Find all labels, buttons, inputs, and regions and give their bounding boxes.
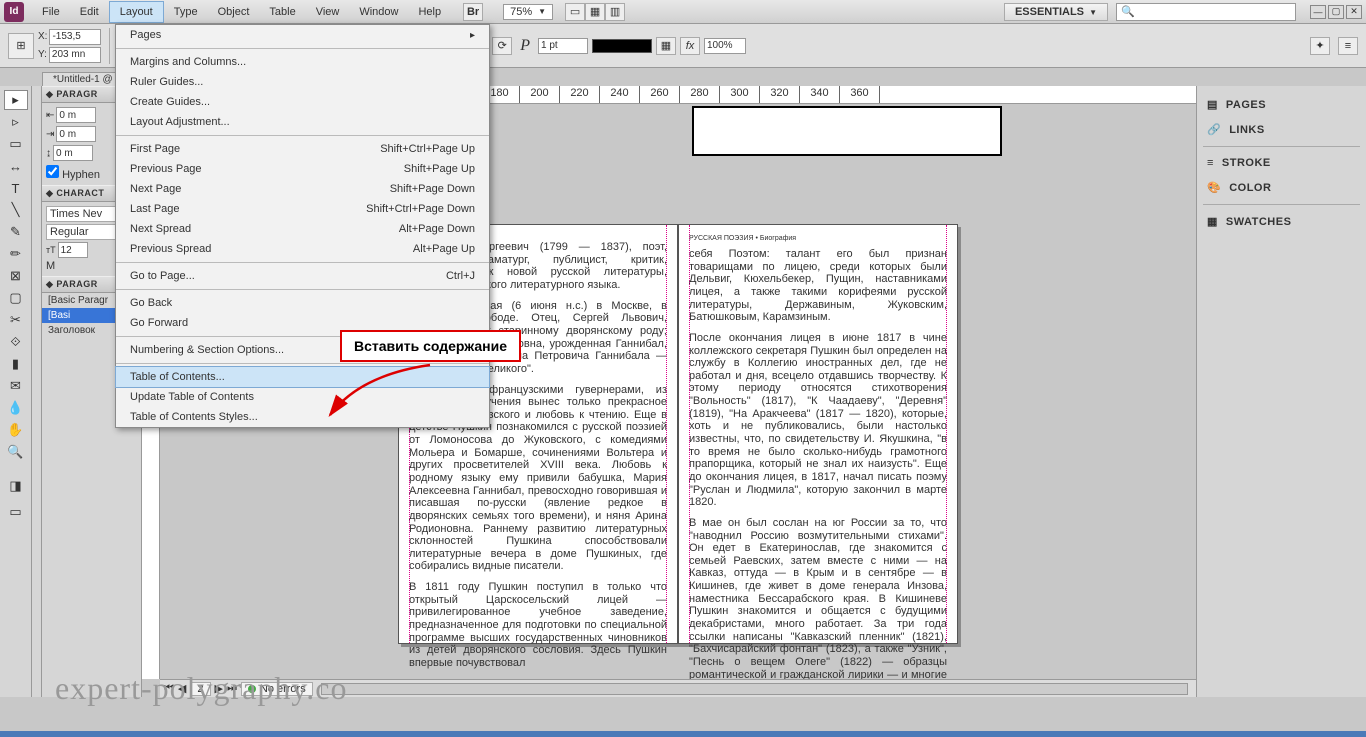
char-format-icon: P (520, 37, 530, 55)
fill-stroke-icon[interactable]: ◨ (4, 472, 28, 500)
menu-edit[interactable]: Edit (70, 2, 109, 22)
selection-tool[interactable]: ▸ (4, 90, 28, 110)
watermark: expert-polygraphy.co (55, 670, 347, 707)
font-size-input[interactable] (58, 242, 88, 258)
view-options-icon[interactable]: ▥ (605, 3, 625, 21)
direct-selection-tool[interactable]: ▹ (4, 112, 28, 132)
menu-margins-columns[interactable]: Margins and Columns... (116, 52, 489, 72)
menu-file[interactable]: File (32, 2, 70, 22)
links-icon: 🔗 (1207, 123, 1221, 136)
page-right[interactable]: РУССКАЯ ПОЭЗИЯ • Биография себя Поэтом: … (678, 224, 958, 644)
menu-layout-adjustment[interactable]: Layout Adjustment... (116, 112, 489, 132)
links-panel-button[interactable]: 🔗LINKS (1203, 117, 1360, 142)
y-input[interactable] (49, 47, 101, 63)
menu-next-page[interactable]: Next PageShift+Page Down (116, 179, 489, 199)
menu-next-spread[interactable]: Next SpreadAlt+Page Down (116, 219, 489, 239)
menu-view[interactable]: View (306, 2, 350, 22)
annotation-callout: Вставить содержание (340, 330, 521, 362)
menu-previous-page[interactable]: Previous PageShift+Page Up (116, 159, 489, 179)
indent-left-icon: ⇤ (46, 110, 54, 121)
taskbar (0, 731, 1366, 737)
scissors-tool[interactable]: ✂ (4, 310, 28, 330)
pages-icon: ▤ (1207, 98, 1218, 111)
swatches-icon: ▦ (1207, 215, 1218, 228)
flip-v-icon[interactable]: ⟳ (492, 37, 512, 55)
space-before-icon: ↨ (46, 148, 51, 159)
indent-first-input[interactable] (56, 126, 96, 142)
page-header: РУССКАЯ ПОЭЗИЯ • Биография (689, 235, 947, 242)
hyphenate-checkbox[interactable] (46, 165, 59, 178)
menu-ruler-guides[interactable]: Ruler Guides... (116, 72, 489, 92)
opacity-input[interactable] (704, 38, 746, 54)
effects-icon[interactable]: ▦ (656, 37, 676, 55)
restore-button[interactable]: ▢ (1328, 5, 1344, 19)
gradient-tool[interactable]: ▮ (4, 354, 28, 374)
space-before-input[interactable] (53, 145, 93, 161)
type-tool[interactable]: T (4, 178, 28, 198)
annotation-arrow-icon (320, 360, 440, 430)
fx-icon[interactable]: fx (680, 37, 700, 55)
menu-object[interactable]: Object (208, 2, 260, 22)
menu-go-back[interactable]: Go Back (116, 293, 489, 313)
bridge-button[interactable]: Br (463, 3, 483, 21)
page-tool[interactable]: ▭ (4, 134, 28, 154)
pencil-tool[interactable]: ✏ (4, 244, 28, 264)
search-icon: 🔍 (1121, 5, 1135, 18)
minimize-button[interactable]: — (1310, 5, 1326, 19)
quick-apply-icon[interactable]: ✦ (1310, 37, 1330, 55)
stroke-icon: ≡ (1207, 157, 1214, 169)
indent-left-input[interactable] (56, 107, 96, 123)
reference-point-icon[interactable]: ⊞ (8, 33, 34, 59)
rectangle-frame-tool[interactable]: ⊠ (4, 266, 28, 286)
menu-window[interactable]: Window (349, 2, 408, 22)
menu-go-to-page[interactable]: Go to Page...Ctrl+J (116, 266, 489, 286)
eyedropper-tool[interactable]: 💧 (4, 398, 28, 418)
document-tab[interactable]: *Untitled-1 @ (42, 72, 124, 86)
arrange-icon[interactable]: ▦ (585, 3, 605, 21)
stroke-panel-button[interactable]: ≡STROKE (1203, 151, 1360, 175)
note-tool[interactable]: ✉ (4, 376, 28, 396)
scrollbar-h[interactable] (321, 683, 1188, 695)
app-icon: Id (4, 2, 24, 22)
close-button[interactable]: ✕ (1346, 5, 1362, 19)
right-dock: ▤PAGES 🔗LINKS ≡STROKE 🎨COLOR ▦SWATCHES (1196, 86, 1366, 697)
panel-menu-icon[interactable]: ≡ (1338, 37, 1358, 55)
menu-type[interactable]: Type (164, 2, 208, 22)
stroke-weight-input[interactable] (538, 38, 588, 54)
screen-mode-icon[interactable]: ▭ (565, 3, 585, 21)
pen-tool[interactable]: ✎ (4, 222, 28, 242)
menu-last-page[interactable]: Last PageShift+Ctrl+Page Down (116, 199, 489, 219)
stroke-style-dropdown[interactable] (592, 39, 652, 53)
rectangle-tool[interactable]: ▢ (4, 288, 28, 308)
menu-layout[interactable]: Layout (109, 1, 164, 23)
swatches-panel-button[interactable]: ▦SWATCHES (1203, 209, 1360, 234)
indent-first-icon: ⇥ (46, 129, 54, 140)
menu-pages[interactable]: Pages (116, 25, 489, 45)
zoom-tool[interactable]: 🔍 (4, 442, 28, 462)
line-tool[interactable]: ╲ (4, 200, 28, 220)
zoom-level[interactable]: 75%▼ (503, 4, 553, 20)
search-input[interactable]: 🔍 (1116, 3, 1296, 21)
menu-help[interactable]: Help (408, 2, 451, 22)
color-panel-button[interactable]: 🎨COLOR (1203, 175, 1360, 200)
menu-first-page[interactable]: First PageShift+Ctrl+Page Up (116, 139, 489, 159)
menu-table[interactable]: Table (259, 2, 305, 22)
workspace-selector[interactable]: ESSENTIALS ▼ (1004, 3, 1108, 21)
x-input[interactable] (49, 29, 101, 45)
page-text: себя Поэтом: талант его был признан това… (689, 248, 947, 697)
color-icon: 🎨 (1207, 181, 1221, 194)
gap-tool[interactable]: ↔ (4, 156, 28, 176)
menu-create-guides[interactable]: Create Guides... (116, 92, 489, 112)
tools-panel: ▸ ▹ ▭ ↔ T ╲ ✎ ✏ ⊠ ▢ ✂ ⟐ ▮ ✉ 💧 ✋ 🔍 ◨ ▭ (0, 86, 32, 697)
hand-tool[interactable]: ✋ (4, 420, 28, 440)
free-transform-tool[interactable]: ⟐ (4, 332, 28, 352)
screen-mode-tool[interactable]: ▭ (4, 502, 28, 522)
menubar: Id File Edit Layout Type Object Table Vi… (0, 0, 1366, 24)
pages-panel-button[interactable]: ▤PAGES (1203, 92, 1360, 117)
menu-previous-spread[interactable]: Previous SpreadAlt+Page Up (116, 239, 489, 259)
